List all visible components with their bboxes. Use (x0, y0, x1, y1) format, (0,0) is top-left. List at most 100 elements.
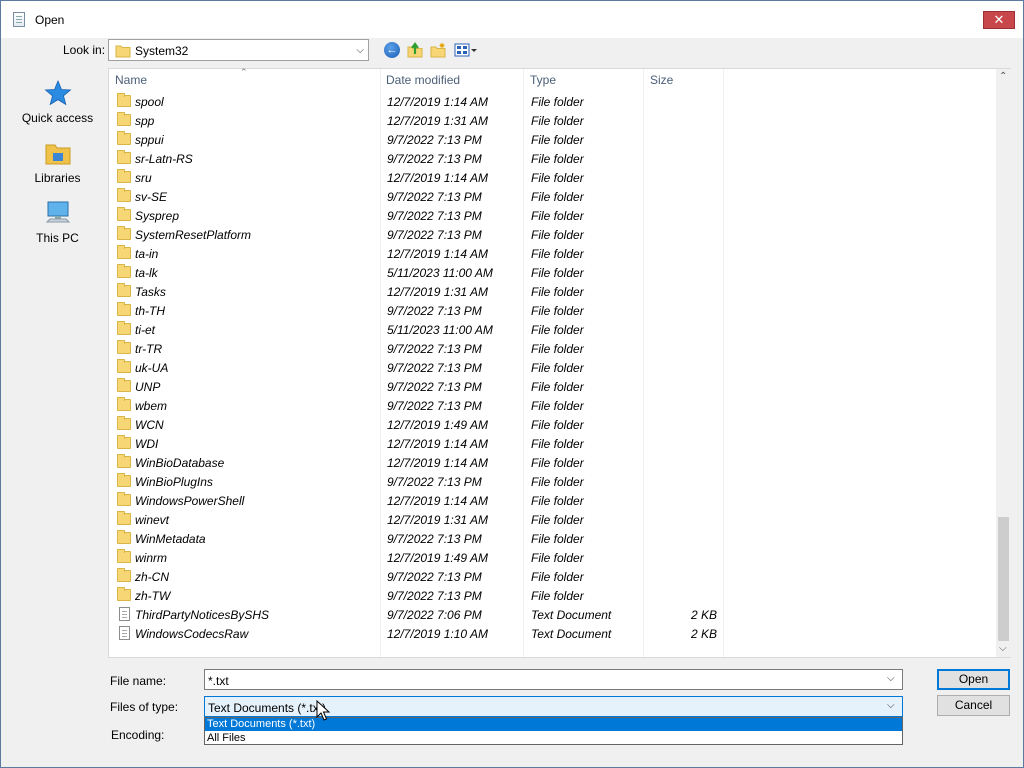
table-row[interactable]: zh-CN 9/7/2022 7:13 PM File folder (109, 567, 995, 586)
type-cell: Text Document (531, 608, 612, 622)
table-row[interactable]: UNP 9/7/2022 7:13 PM File folder (109, 377, 995, 396)
table-row[interactable]: WindowsCodecsRaw 12/7/2019 1:10 AM Text Do… (109, 624, 995, 643)
file-name-cell: Tasks (135, 285, 166, 299)
chevron-down-icon[interactable]: ⌵ (356, 45, 364, 56)
date-modified-cell: 9/7/2022 7:13 PM (387, 475, 482, 489)
type-cell: File folder (531, 551, 584, 565)
type-cell: File folder (531, 304, 584, 318)
date-modified-cell: 9/7/2022 7:13 PM (387, 190, 482, 204)
table-row[interactable]: spool 12/7/2019 1:14 AM File folder (109, 92, 995, 111)
type-cell: File folder (531, 456, 584, 470)
table-row[interactable]: sr-Latn-RS 9/7/2022 7:13 PM File folder (109, 149, 995, 168)
table-row[interactable]: sv-SE 9/7/2022 7:13 PM File folder (109, 187, 995, 206)
column-header-size[interactable]: Size (650, 73, 673, 87)
file-type-option[interactable]: All Files (205, 732, 902, 745)
file-type-select[interactable]: Text Documents (*.txt) (204, 696, 903, 717)
table-row[interactable]: WCN 12/7/2019 1:49 AM File folder (109, 415, 995, 434)
place-this-pc[interactable]: This PC (10, 193, 105, 249)
table-row[interactable]: WinMetadata 9/7/2022 7:13 PM File folder (109, 529, 995, 548)
column-header-name[interactable]: Name (115, 73, 147, 87)
table-row[interactable]: WinBioDatabase 12/7/2019 1:14 AM File fold… (109, 453, 995, 472)
date-modified-cell: 9/7/2022 7:13 PM (387, 532, 482, 546)
file-name-input[interactable]: *.txt (204, 669, 903, 690)
folder-icon (117, 530, 131, 544)
date-modified-cell: 12/7/2019 1:14 AM (387, 494, 488, 508)
table-row[interactable]: SystemResetPlatform 9/7/2022 7:13 PM File … (109, 225, 995, 244)
type-cell: File folder (531, 380, 584, 394)
table-row[interactable]: tr-TR 9/7/2022 7:13 PM File folder (109, 339, 995, 358)
folder-icon (117, 492, 131, 506)
table-row[interactable]: WinBioPlugIns 9/7/2022 7:13 PM File folder (109, 472, 995, 491)
file-name-cell: WinBioPlugIns (135, 475, 213, 489)
folder-icon (117, 340, 131, 354)
vertical-scrollbar[interactable]: ⌃ ⌵ (996, 69, 1011, 657)
text-document-icon (119, 607, 130, 621)
column-header-type[interactable]: Type (530, 73, 556, 87)
type-cell: File folder (531, 437, 584, 451)
table-row[interactable]: Sysprep 9/7/2022 7:13 PM File folder (109, 206, 995, 225)
folder-icon (117, 568, 131, 582)
place-quick-access[interactable]: Quick access (10, 73, 105, 129)
type-cell: File folder (531, 399, 584, 413)
date-modified-cell: 12/7/2019 1:49 AM (387, 551, 488, 565)
table-row[interactable]: spp 12/7/2019 1:31 AM File folder (109, 111, 995, 130)
file-name-cell: WindowsCodecsRaw (135, 627, 249, 641)
table-row[interactable]: Tasks 12/7/2019 1:31 AM File folder (109, 282, 995, 301)
back-icon[interactable]: ← (384, 42, 400, 58)
chevron-down-icon[interactable]: ⌵ (887, 673, 895, 684)
table-row[interactable]: ta-lk 5/11/2023 11:00 AM File folder (109, 263, 995, 282)
cancel-button[interactable]: Cancel (937, 695, 1010, 716)
date-modified-cell: 9/7/2022 7:13 PM (387, 342, 482, 356)
date-modified-cell: 9/7/2022 7:13 PM (387, 361, 482, 375)
place-libraries[interactable]: Libraries (10, 133, 105, 189)
folder-icon (115, 45, 131, 58)
table-row[interactable]: zh-TW 9/7/2022 7:13 PM File folder (109, 586, 995, 605)
file-list[interactable]: ⌃ Name Date modified Type Size spool 12/7… (108, 67, 1011, 658)
folder-icon (117, 112, 131, 126)
look-in-value: System32 (135, 44, 189, 58)
date-modified-cell: 12/7/2019 1:31 AM (387, 513, 488, 527)
file-name-cell: spp (135, 114, 155, 128)
file-type-option[interactable]: Text Documents (*.txt) (205, 718, 902, 731)
table-row[interactable]: ta-in 12/7/2019 1:14 AM File folder (109, 244, 995, 263)
text-document-icon (119, 626, 130, 640)
file-name-cell: ThirdPartyNoticesBySHS (135, 608, 270, 622)
table-row[interactable]: uk-UA 9/7/2022 7:13 PM File folder (109, 358, 995, 377)
scrollbar-thumb[interactable] (998, 517, 1009, 641)
column-header-date[interactable]: Date modified (386, 73, 460, 87)
table-row[interactable]: ThirdPartyNoticesBySHS 9/7/2022 7:06 PM Te… (109, 605, 995, 624)
open-button[interactable]: Open (937, 669, 1010, 690)
scroll-up-icon[interactable]: ⌃ (999, 71, 1007, 82)
date-modified-cell: 12/7/2019 1:14 AM (387, 247, 488, 261)
date-modified-cell: 9/7/2022 7:13 PM (387, 209, 482, 223)
table-row[interactable]: th-TH 9/7/2022 7:13 PM File folder (109, 301, 995, 320)
title-bar[interactable]: Open ✕ (1, 1, 1023, 38)
file-name-cell: UNP (135, 380, 161, 394)
date-modified-cell: 12/7/2019 1:14 AM (387, 95, 488, 109)
folder-icon (117, 188, 131, 202)
new-folder-icon[interactable] (430, 42, 446, 58)
look-in-combo[interactable]: System32 ⌵ (108, 39, 369, 61)
type-cell: File folder (531, 342, 584, 356)
sort-ascending-icon: ⌃ (240, 67, 248, 77)
type-cell: File folder (531, 247, 584, 261)
window-title: Open (35, 13, 65, 27)
table-row[interactable]: winrm 12/7/2019 1:49 AM File folder (109, 548, 995, 567)
table-row[interactable]: wbem 9/7/2022 7:13 PM File folder (109, 396, 995, 415)
folder-icon (117, 150, 131, 164)
table-row[interactable]: WDI 12/7/2019 1:14 AM File folder (109, 434, 995, 453)
type-cell: File folder (531, 152, 584, 166)
table-row[interactable]: ti-et 5/11/2023 11:00 AM File folder (109, 320, 995, 339)
table-row[interactable]: sppui 9/7/2022 7:13 PM File folder (109, 130, 995, 149)
close-button[interactable]: ✕ (983, 11, 1015, 29)
type-cell: File folder (531, 114, 584, 128)
table-row[interactable]: WindowsPowerShell 12/7/2019 1:14 AM File f… (109, 491, 995, 510)
table-row[interactable]: sru 12/7/2019 1:14 AM File folder (109, 168, 995, 187)
file-name-cell: sppui (135, 133, 164, 147)
table-row[interactable]: winevt 12/7/2019 1:31 AM File folder (109, 510, 995, 529)
view-menu-icon[interactable] (454, 42, 478, 58)
up-folder-icon[interactable] (407, 42, 423, 58)
scroll-down-icon[interactable]: ⌵ (999, 643, 1007, 654)
chevron-down-icon[interactable]: ⌵ (887, 700, 895, 711)
date-modified-cell: 9/7/2022 7:13 PM (387, 152, 482, 166)
